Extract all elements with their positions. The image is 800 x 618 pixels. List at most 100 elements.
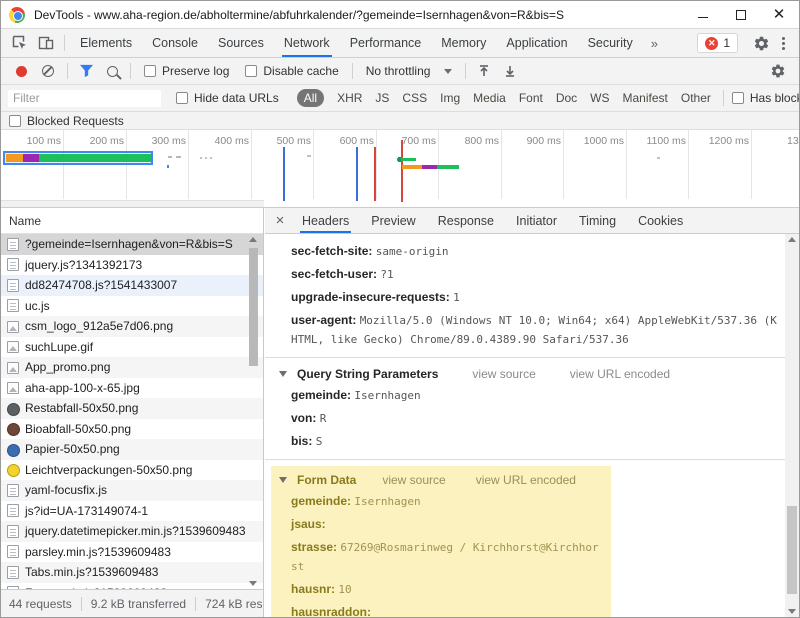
- view-source-link[interactable]: view source: [382, 473, 445, 487]
- request-row[interactable]: csm_logo_912a5e7d06.png: [1, 316, 263, 337]
- chip-other[interactable]: Other: [681, 91, 711, 105]
- view-url-encoded-link[interactable]: view URL encoded: [570, 367, 670, 381]
- image-icon: [7, 321, 19, 333]
- checkbox[interactable]: [732, 92, 744, 104]
- form-data-section-header[interactable]: Form Data view source view URL encoded: [279, 470, 603, 490]
- filter-input[interactable]: [7, 89, 162, 108]
- import-har-icon[interactable]: [471, 59, 497, 83]
- view-source-link[interactable]: view source: [472, 367, 535, 381]
- chip-xhr[interactable]: XHR: [337, 91, 362, 105]
- request-row[interactable]: Papier-50x50.png: [1, 439, 263, 460]
- checkbox[interactable]: [144, 65, 156, 77]
- more-tabs-icon[interactable]: »: [643, 36, 666, 51]
- request-row[interactable]: yaml-focusfix.js: [1, 480, 263, 501]
- checkbox[interactable]: [9, 115, 21, 127]
- query-string-section-header[interactable]: Query String Parameters view source view…: [279, 364, 785, 384]
- chip-all[interactable]: All: [297, 89, 324, 107]
- blocked-requests-checkbox[interactable]: Blocked Requests: [9, 114, 124, 128]
- request-row[interactable]: App_promo.png: [1, 357, 263, 378]
- tab-timing[interactable]: Timing: [568, 208, 627, 233]
- timeline-hscrollbar[interactable]: [1, 200, 264, 208]
- view-url-encoded-link[interactable]: view URL encoded: [476, 473, 576, 487]
- transferred-size: 9.2 kB transferred: [91, 597, 186, 611]
- chip-doc[interactable]: Doc: [556, 91, 577, 105]
- has-blocked-cookies-checkbox[interactable]: Has blocked cookies: [732, 91, 800, 105]
- request-row[interactable]: Tabs.min.js?1539609483: [1, 562, 263, 583]
- details-scrollbar[interactable]: [785, 234, 799, 617]
- header-row: sec-fetch-user: ?1: [279, 263, 785, 286]
- settings-gear-icon[interactable]: [748, 31, 774, 55]
- checkbox[interactable]: [176, 92, 188, 104]
- request-row[interactable]: uc.js: [1, 296, 263, 317]
- tab-console[interactable]: Console: [142, 29, 208, 57]
- request-row[interactable]: Leichtverpackungen-50x50.png: [1, 460, 263, 481]
- tab-performance[interactable]: Performance: [340, 29, 432, 57]
- filter-funnel-icon[interactable]: [73, 59, 99, 83]
- tab-initiator[interactable]: Initiator: [505, 208, 568, 233]
- request-row[interactable]: js?id=UA-173149074-1: [1, 501, 263, 522]
- request-row[interactable]: Restabfall-50x50.png: [1, 398, 263, 419]
- throttling-dropdown[interactable]: No throttling: [366, 64, 453, 78]
- record-icon[interactable]: [16, 66, 27, 77]
- close-details-icon[interactable]: ×: [269, 212, 291, 229]
- request-row[interactable]: parsley.min.js?1539609483: [1, 542, 263, 563]
- preserve-log-checkbox[interactable]: Preserve log: [144, 64, 229, 78]
- scroll-up-icon[interactable]: [249, 237, 257, 242]
- param-row: jsaus:: [279, 513, 603, 536]
- minimize-button[interactable]: [697, 9, 709, 21]
- has-blocked-cookies-label: Has blocked cookies: [750, 91, 800, 105]
- disable-cache-checkbox[interactable]: Disable cache: [245, 64, 338, 78]
- request-row[interactable]: ?gemeinde=Isernhagen&von=R&bis=S: [1, 234, 263, 255]
- chip-css[interactable]: CSS: [402, 91, 427, 105]
- image-icon: [7, 443, 19, 456]
- tab-headers[interactable]: Headers: [291, 208, 360, 233]
- scroll-up-icon[interactable]: [788, 237, 796, 242]
- scrollbar-thumb[interactable]: [249, 248, 258, 366]
- chip-img[interactable]: Img: [440, 91, 460, 105]
- request-list-scrollbar[interactable]: [248, 234, 260, 589]
- tab-application[interactable]: Application: [496, 29, 577, 57]
- scroll-down-icon[interactable]: [788, 609, 796, 614]
- collapse-triangle-icon[interactable]: [279, 371, 287, 377]
- param-row: gemeinde: Isernhagen: [279, 384, 785, 407]
- chip-manifest[interactable]: Manifest: [623, 91, 668, 105]
- inspect-element-icon[interactable]: [7, 31, 33, 55]
- blocked-requests-bar: Blocked Requests: [1, 112, 799, 130]
- device-toolbar-icon[interactable]: [33, 31, 59, 55]
- timeline-tick: 1200 ms: [691, 135, 749, 147]
- request-row[interactable]: dd82474708.js?1541433007: [1, 275, 263, 296]
- tab-sources[interactable]: Sources: [208, 29, 274, 57]
- tab-network[interactable]: Network: [274, 29, 340, 57]
- tab-elements[interactable]: Elements: [70, 29, 142, 57]
- chip-ws[interactable]: WS: [590, 91, 609, 105]
- maximize-button[interactable]: [735, 9, 747, 21]
- collapse-triangle-icon[interactable]: [279, 477, 287, 483]
- request-row[interactable]: jquery.datetimepicker.min.js?1539609483: [1, 521, 263, 542]
- request-row[interactable]: jquery.js?1341392173: [1, 255, 263, 276]
- request-row[interactable]: suchLupe.gif: [1, 337, 263, 358]
- request-row[interactable]: Bioabfall-50x50.png: [1, 419, 263, 440]
- tab-security[interactable]: Security: [578, 29, 643, 57]
- timeline-selection[interactable]: [3, 151, 153, 165]
- clear-icon[interactable]: [42, 65, 54, 77]
- menu-dots-icon[interactable]: [774, 37, 793, 50]
- scrollbar-thumb[interactable]: [787, 506, 797, 594]
- tab-cookies[interactable]: Cookies: [627, 208, 694, 233]
- tab-preview[interactable]: Preview: [360, 208, 426, 233]
- chip-media[interactable]: Media: [473, 91, 506, 105]
- close-button[interactable]: ✕: [773, 9, 785, 21]
- tab-memory[interactable]: Memory: [431, 29, 496, 57]
- hide-data-urls-checkbox[interactable]: Hide data URLs: [176, 91, 279, 105]
- export-har-icon[interactable]: [497, 59, 523, 83]
- chip-font[interactable]: Font: [519, 91, 543, 105]
- network-settings-gear-icon[interactable]: [765, 59, 791, 83]
- name-column-header[interactable]: Name: [1, 208, 263, 234]
- tab-response[interactable]: Response: [427, 208, 505, 233]
- error-count-badge[interactable]: ✕ 1: [697, 33, 738, 53]
- search-icon[interactable]: [99, 59, 125, 83]
- request-row[interactable]: aha-app-100-x-65.jpg: [1, 378, 263, 399]
- chip-js[interactable]: JS: [375, 91, 389, 105]
- timeline-overview[interactable]: 100 ms 200 ms 300 ms 400 ms 500 ms 600 m…: [1, 130, 799, 208]
- scroll-down-icon[interactable]: [249, 581, 257, 586]
- checkbox[interactable]: [245, 65, 257, 77]
